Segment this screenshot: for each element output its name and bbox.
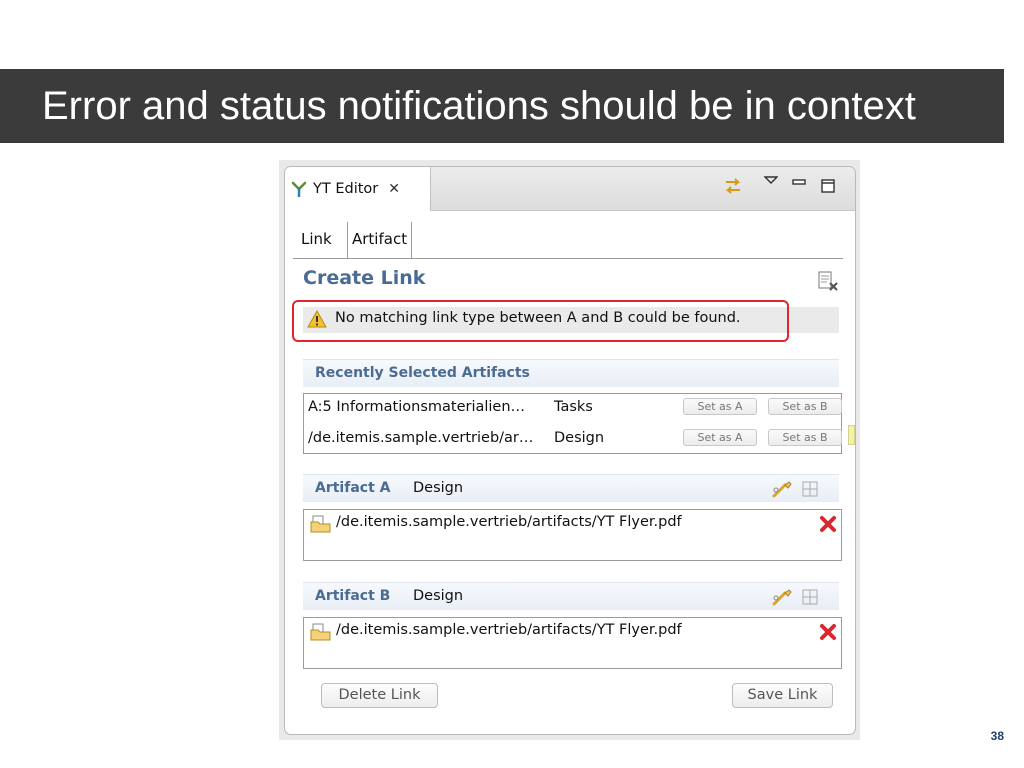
- artifact-b-type: Design: [413, 588, 464, 604]
- artifact-a-type: Design: [413, 480, 464, 496]
- tab-link[interactable]: Link: [297, 222, 336, 258]
- tab-artifact[interactable]: Artifact: [347, 222, 413, 258]
- delete-link-button[interactable]: Delete Link: [321, 683, 438, 708]
- form-title: Create Link: [303, 267, 426, 289]
- editor-tab-strip: YT Editor ✕: [285, 167, 855, 211]
- recent-artifacts-header: Recently Selected Artifacts: [303, 359, 839, 387]
- remove-icon[interactable]: [819, 623, 837, 641]
- editor-subtabs: Link Artifact: [293, 222, 843, 259]
- link-pencil-icon[interactable]: [771, 588, 793, 606]
- folder-icon: [310, 623, 331, 641]
- artifact-path: /de.itemis.sample.vertrieb/ar…: [308, 430, 534, 446]
- remove-icon[interactable]: [819, 515, 837, 533]
- sync-arrows-icon[interactable]: [721, 175, 745, 197]
- grid-icon[interactable]: [801, 588, 819, 606]
- scrollbar[interactable]: [848, 425, 855, 445]
- page-number: 38: [990, 729, 1004, 743]
- recent-artifacts-title: Recently Selected Artifacts: [315, 365, 530, 381]
- document-delete-icon[interactable]: [817, 271, 839, 291]
- recent-artifacts-list: A:5 Informationsmaterialien… Tasks Set a…: [303, 393, 842, 454]
- save-link-button[interactable]: Save Link: [732, 683, 833, 708]
- list-item[interactable]: A:5 Informationsmaterialien… Tasks Set a…: [304, 394, 842, 422]
- artifact-a-path: /de.itemis.sample.vertrieb/artifacts/YT …: [336, 514, 682, 530]
- folder-icon: [310, 515, 331, 533]
- artifact-b-path: /de.itemis.sample.vertrieb/artifacts/YT …: [336, 622, 682, 638]
- set-as-a-button[interactable]: Set as A: [683, 429, 757, 446]
- link-pencil-icon[interactable]: [771, 480, 793, 498]
- yt-editor-tab[interactable]: YT Editor ✕: [285, 167, 431, 211]
- artifact-a-file-box[interactable]: /de.itemis.sample.vertrieb/artifacts/YT …: [303, 509, 842, 561]
- error-highlight-outline: [292, 300, 789, 342]
- close-icon[interactable]: ✕: [388, 181, 400, 197]
- set-as-a-button[interactable]: Set as A: [683, 398, 757, 415]
- editor-tab-label: YT Editor: [313, 181, 379, 197]
- yt-editor-window: YT Editor ✕ Link Artifact Create Link No…: [284, 166, 856, 735]
- editor-screenshot: YT Editor ✕ Link Artifact Create Link No…: [279, 160, 860, 740]
- view-menu-icon[interactable]: [763, 169, 779, 191]
- artifact-type: Design: [554, 430, 605, 446]
- maximize-icon[interactable]: [819, 175, 837, 197]
- artifact-b-header: Artifact B Design: [303, 582, 839, 610]
- set-as-b-button[interactable]: Set as B: [768, 429, 842, 446]
- artifact-b-file-box[interactable]: /de.itemis.sample.vertrieb/artifacts/YT …: [303, 617, 842, 669]
- minimize-icon[interactable]: [791, 171, 807, 193]
- artifact-type: Tasks: [554, 399, 593, 415]
- list-item[interactable]: /de.itemis.sample.vertrieb/ar… Design Se…: [304, 425, 842, 453]
- slide-title: Error and status notifications should be…: [42, 84, 916, 128]
- artifact-path: A:5 Informationsmaterialien…: [308, 399, 526, 415]
- set-as-b-button[interactable]: Set as B: [768, 398, 842, 415]
- artifact-a-label: Artifact A: [315, 480, 391, 496]
- grid-icon[interactable]: [801, 480, 819, 498]
- artifact-b-label: Artifact B: [315, 588, 391, 604]
- yt-logo-icon: [291, 181, 307, 197]
- artifact-a-header: Artifact A Design: [303, 474, 839, 502]
